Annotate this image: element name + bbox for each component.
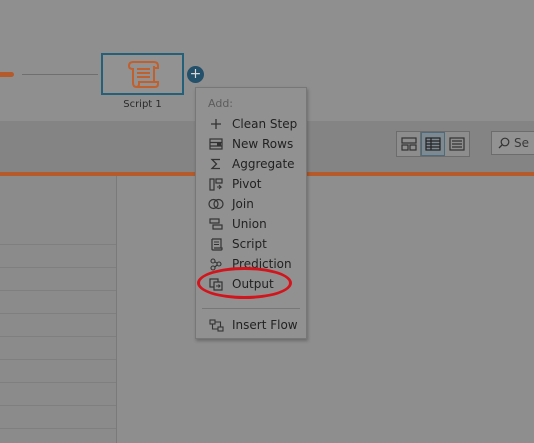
menu-item-join[interactable]: Join bbox=[196, 194, 306, 214]
table-view-button[interactable] bbox=[421, 132, 445, 156]
search-input[interactable]: Se bbox=[491, 131, 534, 155]
union-icon bbox=[208, 217, 224, 231]
menu-item-new-rows[interactable]: New Rows bbox=[196, 134, 306, 154]
menu-item-pivot[interactable]: Pivot bbox=[196, 174, 306, 194]
list-view-icon bbox=[449, 137, 465, 151]
table-view-icon bbox=[424, 137, 441, 151]
flow-input-connector bbox=[0, 72, 14, 77]
insert-flow-icon bbox=[208, 318, 224, 332]
plus-icon bbox=[208, 117, 224, 131]
menu-item-union[interactable]: Union bbox=[196, 214, 306, 234]
list-view-button[interactable] bbox=[445, 132, 469, 156]
script-node-label: Script 1 bbox=[123, 99, 162, 110]
flow-connector-line bbox=[22, 74, 98, 75]
profile-pane bbox=[0, 176, 117, 443]
menu-item-insert-flow[interactable]: Insert Flow bbox=[196, 315, 306, 335]
script-node[interactable] bbox=[101, 53, 184, 95]
menu-item-clean-step[interactable]: Clean Step bbox=[196, 114, 306, 134]
menu-item-script[interactable]: Script bbox=[196, 234, 306, 254]
pivot-icon bbox=[208, 177, 224, 191]
menu-header: Add: bbox=[208, 97, 234, 110]
new-rows-icon bbox=[208, 137, 224, 151]
highlight-annotation bbox=[197, 267, 292, 299]
menu-separator bbox=[202, 308, 300, 309]
menu-item-aggregate[interactable]: Aggregate bbox=[196, 154, 306, 174]
script-icon bbox=[208, 237, 224, 251]
data-grid-pane bbox=[117, 176, 534, 443]
plus-icon: + bbox=[189, 66, 202, 82]
add-step-menu: Add: Clean Step New Rows Aggregate Pivot… bbox=[195, 87, 307, 339]
search-placeholder: Se bbox=[514, 136, 529, 150]
add-step-button[interactable]: + bbox=[187, 66, 204, 83]
card-view-button[interactable] bbox=[397, 132, 421, 156]
join-icon bbox=[208, 197, 224, 211]
search-icon bbox=[498, 137, 510, 149]
card-view-icon bbox=[400, 137, 417, 151]
sigma-icon bbox=[208, 157, 224, 171]
view-toggle-group bbox=[396, 131, 470, 157]
script-scroll-icon bbox=[124, 58, 162, 90]
